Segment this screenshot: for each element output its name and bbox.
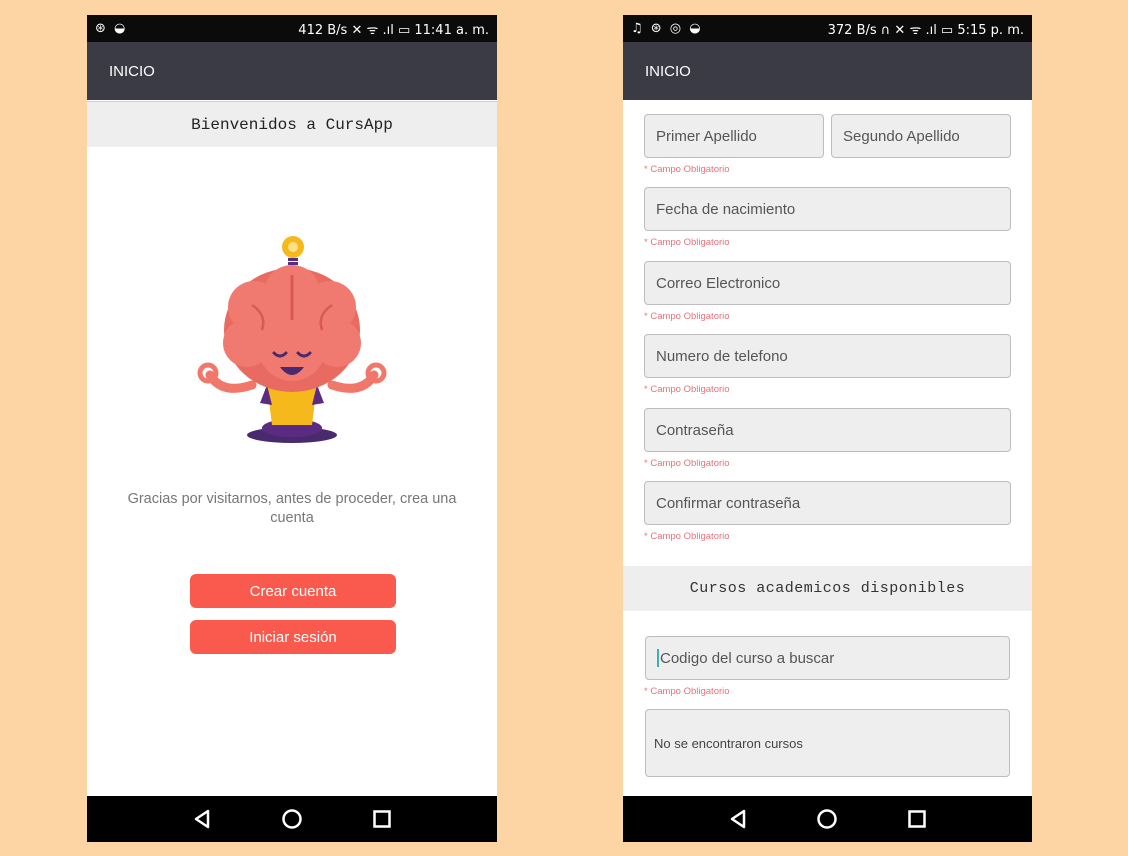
required-hint: * Campo Obligatorio xyxy=(644,458,730,469)
password-placeholder: Contraseña xyxy=(656,421,734,439)
status-icons-left: ⊛ ◒ xyxy=(95,21,128,36)
first-surname-field[interactable]: Primer Apellido xyxy=(644,114,824,158)
birthdate-field[interactable]: Fecha de nacimiento xyxy=(644,187,1011,231)
required-hint: * Campo Obligatorio xyxy=(644,531,730,542)
course-results-box: No se encontraron cursos xyxy=(645,709,1010,777)
required-hint: * Campo Obligatorio xyxy=(644,237,730,248)
text-cursor xyxy=(657,649,659,667)
status-bar: ⊛ ◒ 412 B/s ✕ ᯤ .ıl ▭ 11:41 a. m. xyxy=(87,15,497,42)
brain-mascot-icon xyxy=(192,235,392,455)
system-nav-bar xyxy=(623,796,1032,842)
second-surname-placeholder: Segundo Apellido xyxy=(843,127,960,145)
status-icons-right: 372 B/s ∩ ✕ ᯤ .ıl ▭ 5:15 p. m. xyxy=(827,22,1024,38)
status-icons-left: ♫ ⊛ ◎ ◒ xyxy=(631,21,703,36)
confirm-password-placeholder: Confirmar contraseña xyxy=(656,494,801,512)
courses-section-header: Cursos academicos disponibles xyxy=(623,566,1032,611)
lightbulb-icon xyxy=(282,236,304,269)
app-bar-title: INICIO xyxy=(109,62,155,80)
home-icon[interactable] xyxy=(272,804,312,834)
back-icon[interactable] xyxy=(182,804,222,834)
back-icon[interactable] xyxy=(718,804,758,834)
welcome-header: Bienvenidos a CursApp xyxy=(87,101,497,147)
confirm-password-field[interactable]: Confirmar contraseña xyxy=(644,481,1011,525)
phone-number-placeholder: Numero de telefono xyxy=(656,347,788,365)
password-field[interactable]: Contraseña xyxy=(644,408,1011,452)
recents-icon[interactable] xyxy=(897,804,937,834)
required-hint: * Campo Obligatorio xyxy=(644,384,730,395)
app-bar: INICIO xyxy=(623,42,1032,100)
create-account-label: Crear cuenta xyxy=(249,582,337,600)
status-bar: ♫ ⊛ ◎ ◒ 372 B/s ∩ ✕ ᯤ .ıl ▭ 5:15 p. m. xyxy=(623,15,1032,42)
system-nav-bar xyxy=(87,796,497,842)
required-hint: * Campo Obligatorio xyxy=(644,164,730,175)
no-results-text: No se encontraron cursos xyxy=(654,735,803,751)
phone-screen-welcome: ⊛ ◒ 412 B/s ✕ ᯤ .ıl ▭ 11:41 a. m. INICIO… xyxy=(87,15,497,842)
intro-text: Gracias por visitarnos, antes de procede… xyxy=(127,491,457,526)
login-button[interactable]: Iniciar sesión xyxy=(190,620,396,654)
required-hint: * Campo Obligatorio xyxy=(644,686,730,697)
first-surname-placeholder: Primer Apellido xyxy=(656,127,757,145)
phone-number-field[interactable]: Numero de telefono xyxy=(644,334,1011,378)
home-icon[interactable] xyxy=(807,804,847,834)
course-code-search-input[interactable]: Codigo del curso a buscar xyxy=(645,636,1010,680)
email-placeholder: Correo Electronico xyxy=(656,274,781,292)
app-bar-title: INICIO xyxy=(645,62,691,80)
required-hint: * Campo Obligatorio xyxy=(644,311,730,322)
create-account-button[interactable]: Crear cuenta xyxy=(190,574,396,608)
welcome-title: Bienvenidos a CursApp xyxy=(191,115,393,134)
course-code-placeholder: Codigo del curso a buscar xyxy=(660,649,835,667)
status-icons-right: 412 B/s ✕ ᯤ .ıl ▭ 11:41 a. m. xyxy=(298,22,489,38)
app-bar: INICIO xyxy=(87,42,497,100)
email-field[interactable]: Correo Electronico xyxy=(644,261,1011,305)
birthdate-placeholder: Fecha de nacimiento xyxy=(656,200,796,218)
courses-section-title: Cursos academicos disponibles xyxy=(689,580,966,597)
phone-screen-register: ♫ ⊛ ◎ ◒ 372 B/s ∩ ✕ ᯤ .ıl ▭ 5:15 p. m. I… xyxy=(623,15,1032,842)
second-surname-field[interactable]: Segundo Apellido xyxy=(831,114,1011,158)
recents-icon[interactable] xyxy=(362,804,402,834)
login-label: Iniciar sesión xyxy=(249,628,337,646)
